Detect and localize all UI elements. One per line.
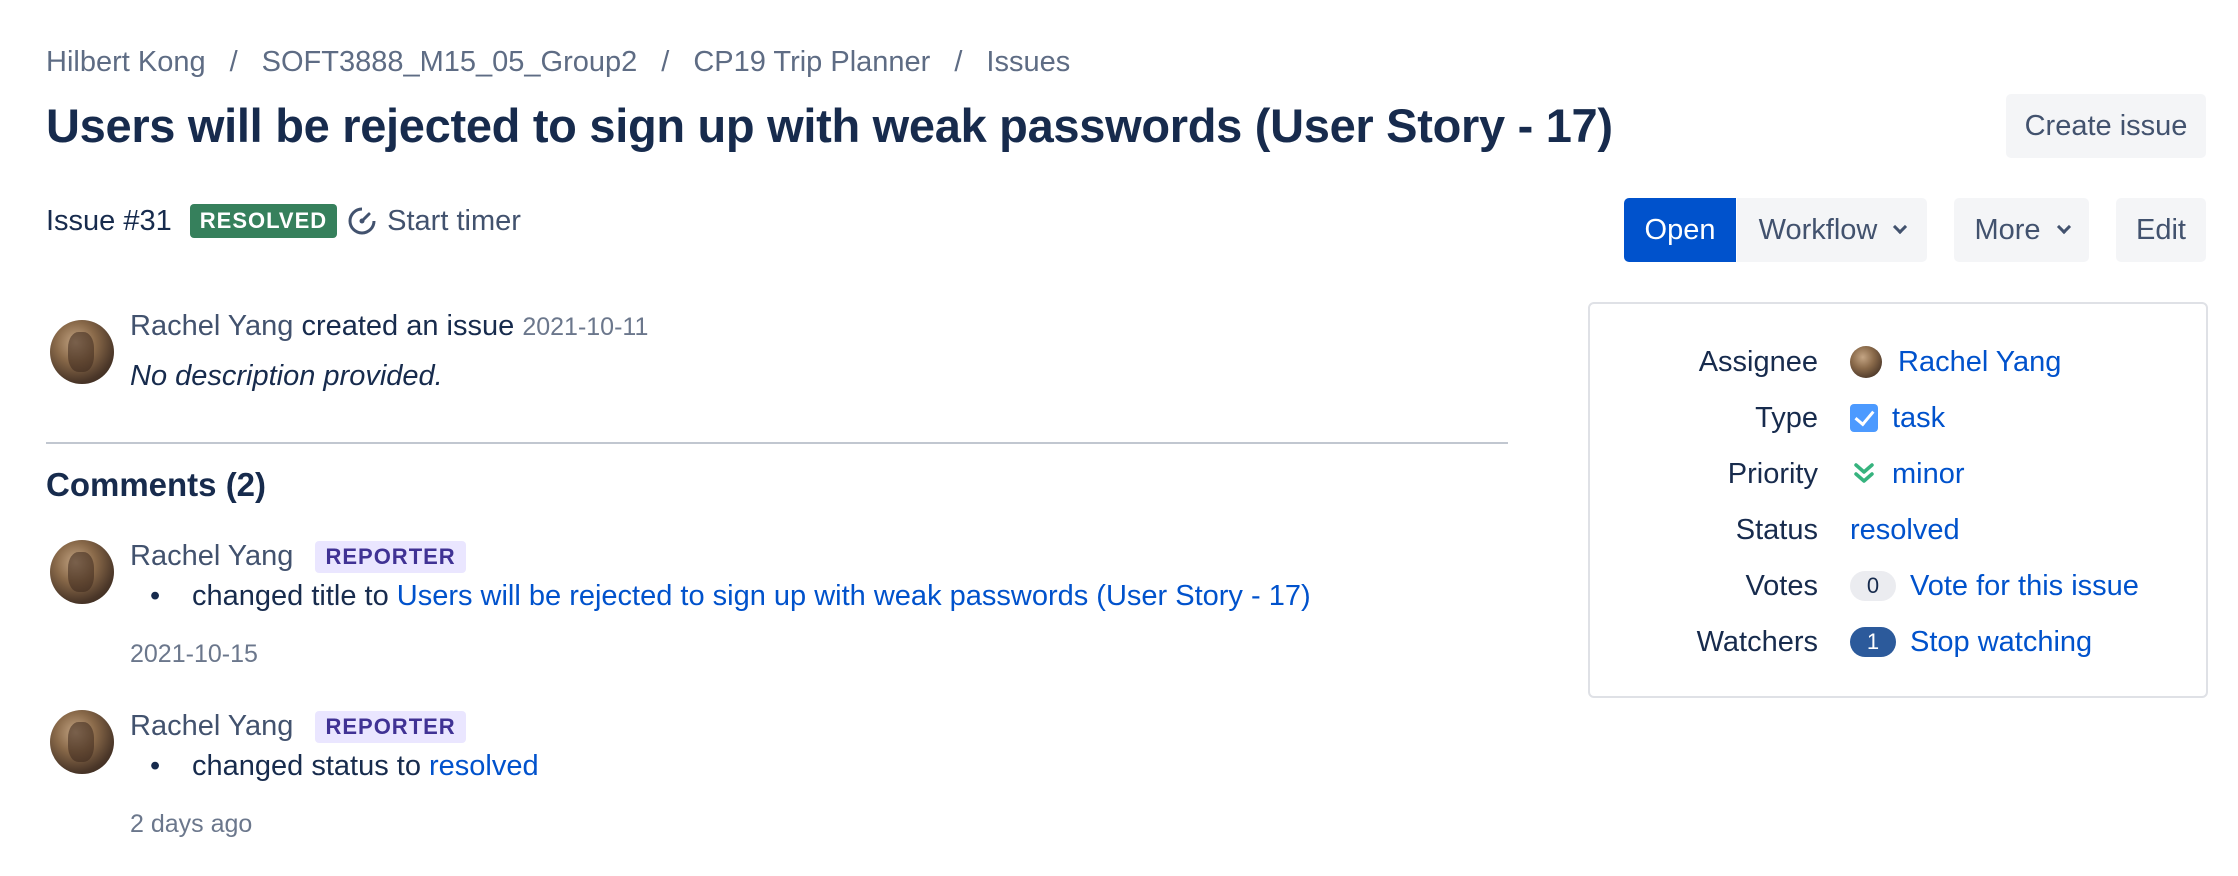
breadcrumb-item-project[interactable]: CP19 Trip Planner xyxy=(693,46,930,79)
detail-row-assignee: Assignee Rachel Yang xyxy=(1590,342,2206,382)
status-label: Status xyxy=(1735,513,1818,546)
workflow-dropdown[interactable]: Workflow xyxy=(1737,198,1927,262)
chevron-down-icon xyxy=(1893,219,1908,235)
chevron-double-down-icon xyxy=(1854,463,1874,483)
type-label: Type xyxy=(1755,401,1818,434)
workflow-label: Workflow xyxy=(1758,213,1878,246)
divider xyxy=(46,442,1508,444)
comment-target-link[interactable]: Users will be rejected to sign up with w… xyxy=(397,580,1311,612)
issue-description: No description provided. xyxy=(130,360,443,392)
creation-line: Rachel Yang created an issue 2021-10-11 xyxy=(130,310,648,343)
watchers-count: 1 xyxy=(1850,627,1896,657)
comment-action: changed title to xyxy=(192,580,389,612)
comment-action: changed status to xyxy=(192,750,421,782)
start-timer-label: Start timer xyxy=(387,204,521,237)
comment-target-link[interactable]: resolved xyxy=(429,750,539,782)
detail-row-watchers: Watchers 1 Stop watching xyxy=(1590,622,2206,662)
stop-watching-link[interactable]: Stop watching xyxy=(1910,626,2092,659)
reporter-badge: REPORTER xyxy=(315,541,466,574)
open-button[interactable]: Open xyxy=(1624,198,1736,262)
creator-name[interactable]: Rachel Yang xyxy=(130,310,293,342)
avatar[interactable] xyxy=(50,320,114,384)
detail-row-priority: Priority minor xyxy=(1590,454,2206,494)
edit-button[interactable]: Edit xyxy=(2116,198,2206,262)
assignee-label: Assignee xyxy=(1698,345,1818,378)
avatar[interactable] xyxy=(50,540,114,604)
comment-header: Rachel Yang REPORTER xyxy=(130,540,466,574)
type-name: task xyxy=(1892,401,1946,434)
list-item: changed status to resolved xyxy=(150,750,539,783)
breadcrumb-item-group[interactable]: SOFT3888_M15_05_Group2 xyxy=(262,46,638,79)
creation-date: 2021-10-11 xyxy=(522,313,649,341)
create-issue-button[interactable]: Create issue xyxy=(2006,94,2206,158)
comment-author[interactable]: Rachel Yang xyxy=(130,540,293,572)
assignee-value[interactable]: Rachel Yang xyxy=(1850,346,2061,379)
more-label: More xyxy=(1974,213,2041,246)
breadcrumb-item-user[interactable]: Hilbert Kong xyxy=(46,46,206,79)
watchers-label: Watchers xyxy=(1696,625,1818,658)
assignee-name: Rachel Yang xyxy=(1898,345,2062,378)
breadcrumb: Hilbert Kong / SOFT3888_M15_05_Group2 / … xyxy=(46,46,1070,79)
votes-value: 0 Vote for this issue xyxy=(1850,570,2139,603)
comments-heading: Comments (2) xyxy=(46,466,267,503)
page-title: Users will be rejected to sign up with w… xyxy=(46,99,1613,152)
comment-date: 2021-10-15 xyxy=(130,640,258,668)
avatar[interactable] xyxy=(50,710,114,774)
votes-count: 0 xyxy=(1850,571,1896,601)
priority-name: minor xyxy=(1892,457,1965,490)
type-value[interactable]: task xyxy=(1850,402,1945,435)
chevron-down-icon xyxy=(2056,219,2071,235)
detail-row-type: Type task xyxy=(1590,398,2206,438)
breadcrumb-separator: / xyxy=(954,46,963,78)
creation-action: created an issue xyxy=(301,310,515,342)
issue-details-panel: Assignee Rachel Yang Type task Priority … xyxy=(1588,302,2208,698)
priority-label: Priority xyxy=(1727,457,1818,490)
breadcrumb-item-issues[interactable]: Issues xyxy=(986,46,1070,79)
breadcrumb-separator: / xyxy=(229,46,238,78)
breadcrumb-separator: / xyxy=(661,46,670,78)
detail-row-status: Status resolved xyxy=(1590,510,2206,550)
votes-label: Votes xyxy=(1745,569,1818,602)
priority-value[interactable]: minor xyxy=(1850,458,1965,491)
more-dropdown[interactable]: More xyxy=(1954,198,2089,262)
status-badge: RESOLVED xyxy=(189,204,338,238)
comment-header: Rachel Yang REPORTER xyxy=(130,710,466,744)
timer-icon xyxy=(348,207,376,235)
task-checkbox-icon xyxy=(1850,404,1878,432)
avatar xyxy=(1850,346,1882,378)
detail-row-votes: Votes 0 Vote for this issue xyxy=(1590,566,2206,606)
issue-number: Issue #31 xyxy=(46,204,172,237)
vote-link[interactable]: Vote for this issue xyxy=(1910,570,2139,603)
issue-meta: Issue #31 RESOLVED Start timer xyxy=(46,204,521,238)
watchers-value: 1 Stop watching xyxy=(1850,626,2092,659)
comment-author[interactable]: Rachel Yang xyxy=(130,710,293,742)
list-item: changed title to Users will be rejected … xyxy=(150,580,1311,613)
reporter-badge: REPORTER xyxy=(315,711,466,744)
status-value[interactable]: resolved xyxy=(1850,514,1960,547)
start-timer-button[interactable]: Start timer xyxy=(347,205,521,238)
comment-date: 2 days ago xyxy=(130,810,253,838)
